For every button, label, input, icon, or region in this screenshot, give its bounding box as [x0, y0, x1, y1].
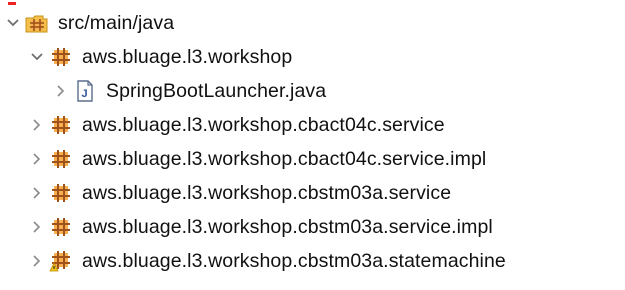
chevron-right-icon[interactable]: [26, 210, 48, 244]
svg-text:J: J: [82, 88, 88, 100]
tree-item-label: aws.bluage.l3.workshop.cbstm03a.service: [82, 181, 452, 204]
chevron-right-icon[interactable]: [26, 142, 48, 176]
chevron-down-icon[interactable]: [2, 6, 24, 40]
package-icon: [48, 44, 74, 70]
tree-item-package[interactable]: aws.bluage.l3.workshop.cbstm03a.statemac…: [26, 244, 506, 278]
tree-item-label: aws.bluage.l3.workshop.cbstm03a.service.…: [82, 215, 493, 238]
package-icon: [48, 180, 74, 206]
chevron-right-icon[interactable]: [26, 176, 48, 210]
tree-item-label: SpringBootLauncher.java: [106, 79, 327, 102]
tree-item-package[interactable]: aws.bluage.l3.workshop.cbstm03a.service: [26, 176, 451, 210]
error-marker: [8, 2, 16, 5]
package-warning-icon: [48, 248, 74, 274]
chevron-right-icon[interactable]: [26, 244, 48, 278]
tree-item-label: aws.bluage.l3.workshop.cbstm03a.statemac…: [82, 249, 506, 272]
tree-item-package[interactable]: aws.bluage.l3.workshop.cbact04c.service: [26, 108, 445, 142]
chevron-right-icon[interactable]: [50, 74, 72, 108]
source-folder-icon: [24, 10, 50, 36]
tree-item-src-main-java[interactable]: src/main/java: [2, 6, 174, 40]
java-file-icon: J: [72, 78, 98, 104]
tree-item-label: aws.bluage.l3.workshop.cbact04c.service: [82, 113, 445, 136]
tree-item-label: aws.bluage.l3.workshop: [82, 45, 293, 68]
tree-item-package[interactable]: aws.bluage.l3.workshop: [26, 40, 292, 74]
tree-item-java-file[interactable]: J SpringBootLauncher.java: [50, 74, 326, 108]
package-icon: [48, 146, 74, 172]
package-icon: [48, 214, 74, 240]
package-icon: [48, 112, 74, 138]
tree-item-label: src/main/java: [58, 11, 175, 34]
package-explorer-tree: src/main/java aws.bluage.l3.workshop J S…: [0, 0, 625, 290]
tree-item-label: aws.bluage.l3.workshop.cbact04c.service.…: [82, 147, 487, 170]
tree-item-package[interactable]: aws.bluage.l3.workshop.cbact04c.service.…: [26, 142, 486, 176]
chevron-right-icon[interactable]: [26, 108, 48, 142]
chevron-down-icon[interactable]: [26, 40, 48, 74]
tree-item-package[interactable]: aws.bluage.l3.workshop.cbstm03a.service.…: [26, 210, 493, 244]
